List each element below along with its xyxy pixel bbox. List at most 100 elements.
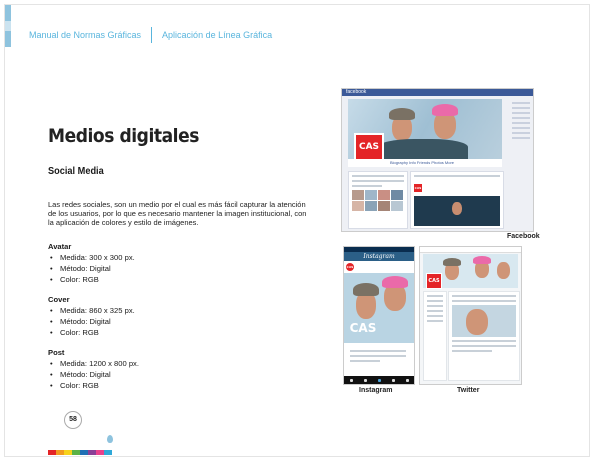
photo-thumb <box>378 201 390 211</box>
text-line <box>350 350 406 352</box>
photo-thumb <box>391 201 403 211</box>
text-line <box>452 350 492 352</box>
header-divider <box>151 27 153 43</box>
photo-grid <box>352 190 404 211</box>
spec-heading: Cover <box>48 295 70 304</box>
instagram-tab-bar <box>344 376 414 384</box>
stripe-swatch <box>88 450 96 455</box>
heart-icon <box>391 378 395 382</box>
stripe-swatch <box>104 450 112 455</box>
manual-page: Manual de Normas Gráficas Aplicación de … <box>4 4 590 457</box>
text-line <box>352 185 382 187</box>
spec-cover: Cover Medida: 860 x 325 px. Método: Digi… <box>48 294 268 338</box>
spec-avatar: Avatar Medida: 300 x 300 px. Método: Dig… <box>48 241 268 285</box>
caption-twitter: Twitter <box>457 387 480 394</box>
spec-item: Color: RGB <box>48 327 268 338</box>
text-line <box>512 107 530 109</box>
photo-thumb <box>378 190 390 200</box>
text-line <box>427 305 443 307</box>
cap-shape <box>353 283 379 296</box>
cap-shape <box>432 104 458 116</box>
twitter-post-image <box>452 305 516 337</box>
text-line <box>512 102 530 104</box>
profile-icon <box>405 378 409 382</box>
text-line <box>452 295 516 297</box>
text-line <box>427 315 443 317</box>
text-line <box>427 300 443 302</box>
text-line <box>352 175 404 177</box>
cap-shape <box>443 258 461 266</box>
water-drop-icon <box>107 435 113 443</box>
stripe-swatch <box>96 450 104 455</box>
photo-thumb <box>352 201 364 211</box>
page-header: Manual de Normas Gráficas Aplicación de … <box>29 27 272 43</box>
facebook-post-video <box>414 196 500 226</box>
text-line <box>512 117 530 119</box>
stripe-swatch <box>72 450 80 455</box>
search-icon <box>363 378 367 382</box>
page-title: Medios digitales <box>48 125 199 147</box>
cas-avatar-logo: CAS <box>354 133 384 161</box>
page-number: 58 <box>64 411 82 429</box>
stripe-swatch <box>48 450 56 455</box>
cap-shape <box>473 256 491 264</box>
text-line <box>512 112 530 114</box>
twitter-mockup: CAS <box>419 246 522 385</box>
stripe-swatch <box>64 450 72 455</box>
text-line <box>350 360 380 362</box>
facebook-mockup: facebook CAS Biography Info Friends Phot… <box>341 88 534 232</box>
photo-thumb <box>391 190 403 200</box>
spec-item: Color: RGB <box>48 380 268 391</box>
text-line <box>452 340 516 342</box>
cap-shape <box>389 108 415 120</box>
page-edge-tab <box>5 5 11 47</box>
stripe-swatch <box>56 450 64 455</box>
spec-heading: Post <box>48 348 65 357</box>
photo-thumb <box>365 201 377 211</box>
text-line <box>427 310 443 312</box>
person-face <box>466 309 488 335</box>
text-line <box>512 137 530 139</box>
text-line <box>512 132 530 134</box>
instagram-caption-area <box>347 347 409 365</box>
header-manual-title: Manual de Normas Gráficas <box>29 30 142 40</box>
facebook-left-column <box>348 171 408 229</box>
person-face <box>497 262 510 279</box>
person-face <box>452 202 462 215</box>
brand-color-stripe <box>48 450 112 455</box>
shirts-shape <box>378 139 468 159</box>
text-line <box>427 295 443 297</box>
header-section-title: Aplicación de Línea Gráfica <box>162 30 273 40</box>
text-line <box>512 127 530 129</box>
text-line <box>452 300 516 302</box>
spec-heading: Avatar <box>48 242 72 251</box>
facebook-sidebar <box>512 99 530 219</box>
instagram-post-photo: CAS <box>344 273 414 343</box>
spec-item: Medida: 300 x 300 px. <box>48 252 268 263</box>
text-line <box>452 345 516 347</box>
facebook-profile-nav: Biography Info Friends Photos More <box>348 159 502 167</box>
twitter-topbar <box>420 247 521 253</box>
intro-paragraph: Las redes sociales, son un medio por el … <box>48 200 307 227</box>
photo-thumb <box>365 190 377 200</box>
spec-item: Método: Digital <box>48 369 268 380</box>
facebook-topbar: facebook <box>342 89 533 96</box>
instagram-header: Instagram <box>344 252 414 261</box>
spec-item: Método: Digital <box>48 263 268 274</box>
camera-icon <box>377 378 381 382</box>
facebook-post-column: CAS <box>410 171 504 229</box>
twitter-profile-sidebar <box>423 291 447 381</box>
spec-item: Color: RGB <box>48 274 268 285</box>
cap-shape <box>382 276 408 288</box>
spec-item: Medida: 1200 x 800 px. <box>48 358 268 369</box>
photo-thumb <box>352 190 364 200</box>
spec-item: Método: Digital <box>48 316 268 327</box>
instagram-mockup: Instagram CAS CAS <box>343 246 415 385</box>
text-line <box>427 320 443 322</box>
cas-post-avatar: CAS <box>414 184 422 192</box>
spec-post: Post Medida: 1200 x 800 px. Método: Digi… <box>48 347 268 391</box>
cas-overlay-logo: CAS <box>349 321 377 335</box>
caption-instagram: Instagram <box>359 387 393 394</box>
stripe-swatch <box>80 450 88 455</box>
home-icon <box>349 378 353 382</box>
